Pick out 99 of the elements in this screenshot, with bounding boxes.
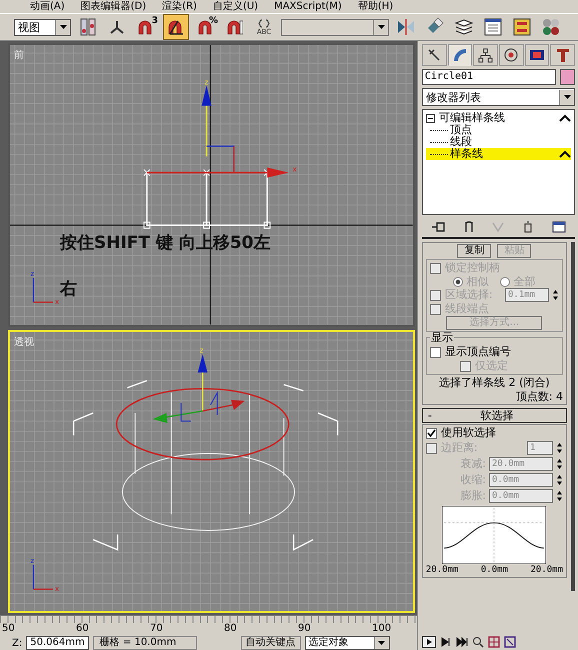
checkbox[interactable]: 显示顶点编号	[430, 345, 559, 359]
configure-icon[interactable]	[552, 220, 566, 232]
hierarchy-icon	[478, 48, 494, 62]
chevron-icon	[559, 150, 571, 158]
pin-stack-icon[interactable]	[431, 220, 446, 232]
frame-number: 80	[224, 623, 237, 635]
next-frame-icon[interactable]	[440, 636, 452, 648]
move-gizmo[interactable]	[152, 354, 245, 423]
scrollbar[interactable]	[571, 242, 575, 591]
play-icon[interactable]	[422, 636, 436, 648]
magnet-icon	[138, 19, 154, 35]
axis-icon	[109, 20, 125, 34]
frame-number: 70	[150, 623, 163, 635]
checkbox-icon	[426, 442, 437, 454]
utilities-tab[interactable]	[550, 44, 575, 66]
chevron-icon	[559, 114, 571, 122]
grid-size-field: 栅格 = 10.0mm	[92, 636, 197, 650]
stack-subobject[interactable]: 线段	[426, 136, 571, 148]
graph-label: 20.0mm	[530, 565, 563, 576]
stack-subobject[interactable]: 样条线	[426, 148, 571, 160]
modifier-list-dropdown[interactable]: 修改器列表	[422, 88, 575, 106]
spinner-arrows-icon[interactable]	[556, 458, 563, 470]
object-color-swatch[interactable]	[560, 69, 575, 85]
menu-item[interactable]: MAXScript(M)	[274, 0, 342, 13]
spinner-arrows-icon[interactable]	[556, 442, 563, 454]
object-name-field[interactable]: Circle01	[422, 69, 556, 85]
angle-magnet-icon	[168, 19, 184, 35]
spinner-arrows-icon[interactable]	[552, 289, 559, 301]
pivot-icon	[78, 17, 98, 37]
show-end-result-icon[interactable]	[464, 220, 474, 232]
menu-item[interactable]: 渲染(R)	[162, 0, 197, 13]
mirror-icon	[396, 17, 416, 37]
table-icon	[483, 17, 503, 37]
spinner-arrows-icon[interactable]	[556, 490, 563, 502]
frame-number: 90	[298, 623, 311, 635]
checkbox-icon	[426, 428, 437, 438]
vertex-count: 顶点数: 4	[514, 390, 563, 403]
magnet-icon	[227, 19, 243, 35]
spheres-icon	[541, 17, 561, 37]
key-filter-dropdown[interactable]: 选定对象	[304, 636, 390, 650]
view-dropdown[interactable]: 视图	[14, 18, 71, 36]
stack-subobject[interactable]: 顶点	[426, 124, 571, 136]
create-tab[interactable]	[422, 44, 447, 66]
snap-button[interactable]: %	[194, 15, 218, 39]
braces-icon	[258, 18, 270, 28]
display-tab[interactable]	[524, 44, 550, 66]
cursor-icon	[428, 49, 440, 61]
coordinate-label: Z:	[12, 638, 22, 648]
zoom-extents-icon[interactable]	[504, 636, 516, 648]
menu-item[interactable]: 帮助(H)	[358, 0, 394, 13]
checkbox-icon	[430, 304, 441, 314]
graph-label: 0.0mm	[480, 565, 508, 576]
rollout-header[interactable]: - 软选择	[422, 408, 567, 423]
zoom-icon[interactable]	[472, 636, 484, 648]
caret-icon	[378, 25, 384, 29]
menu-item[interactable]: 自定义(U)	[212, 0, 258, 13]
checkbox-icon	[430, 262, 441, 274]
collapse-icon[interactable]	[426, 114, 435, 122]
auto-key-button[interactable]: 自动关键点	[240, 636, 301, 650]
checkbox-icon	[460, 360, 471, 372]
caret-icon	[60, 25, 66, 29]
frame-number: 100	[372, 623, 392, 635]
selection-set-dropdown[interactable]	[281, 18, 389, 36]
copy-button[interactable]: 复制	[457, 244, 492, 258]
z-coordinate-field[interactable]: 50.064mm	[26, 636, 89, 650]
hierarchy-tab[interactable]	[473, 44, 498, 66]
checkbox-icon	[430, 290, 441, 300]
grid-icon[interactable]	[488, 636, 500, 648]
monitor-icon	[530, 50, 544, 60]
graph-label: 20.0mm	[426, 565, 458, 576]
spinner-arrows-icon[interactable]	[556, 474, 563, 486]
angle-snap-button[interactable]	[163, 14, 189, 40]
checkbox[interactable]: 使用软选择	[426, 426, 563, 440]
modify-tab[interactable]	[448, 44, 472, 66]
frame-number: 60	[76, 623, 89, 635]
menu-item[interactable]: 图表编辑器(D)	[80, 0, 146, 13]
parameter-label: 收缩:	[460, 472, 486, 487]
selection-status: 选择了样条线 2 (闭合)	[438, 376, 551, 389]
trash-icon[interactable]	[523, 220, 534, 232]
schematic-icon	[512, 17, 532, 37]
axis-tripod-icon	[32, 564, 54, 590]
last-frame-icon[interactable]	[456, 636, 468, 648]
axis-tripod-icon	[32, 278, 54, 303]
frame-number: 50	[2, 623, 15, 635]
snap-button[interactable]: 3	[134, 15, 158, 39]
motion-tab[interactable]	[498, 44, 524, 66]
parameter-label: 衰减:	[460, 456, 486, 471]
menu-item[interactable]: 动画(A)	[30, 0, 65, 13]
annotation-text: 右	[60, 278, 77, 300]
caret-icon	[378, 641, 386, 645]
group-title: 显示	[430, 332, 454, 344]
layers-icon	[454, 17, 474, 37]
wheel-icon	[504, 48, 518, 62]
checkbox-icon	[430, 346, 441, 358]
stack-item[interactable]: 可编辑样条线	[426, 112, 571, 124]
parameter-label: 膨胀:	[460, 488, 486, 503]
arc-icon	[454, 49, 466, 61]
caret-icon	[564, 95, 570, 99]
hammer-icon	[556, 48, 569, 62]
